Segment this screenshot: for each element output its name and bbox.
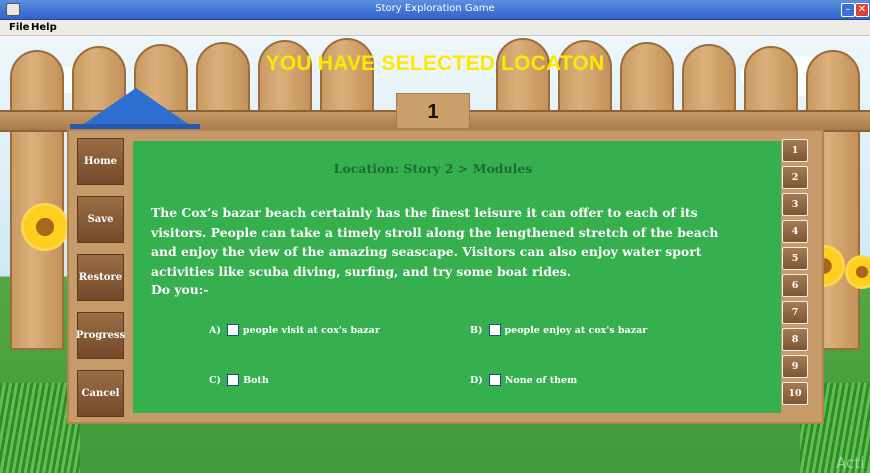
option-c-checkbox[interactable]: [227, 374, 240, 386]
counter-box: 1: [396, 93, 470, 129]
window-title: Story Exploration Game: [375, 3, 495, 14]
number-button-1[interactable]: 1: [782, 139, 808, 162]
number-button-9[interactable]: 9: [782, 355, 808, 378]
activation-watermark: Acti: [836, 454, 865, 472]
number-button-10[interactable]: 10: [782, 382, 808, 405]
option-letter: D): [470, 374, 483, 386]
game-scene: YOU HAVE SELECTED LOCATON 1 Home Save Re…: [0, 36, 870, 473]
number-button-5[interactable]: 5: [782, 247, 808, 270]
option-letter: A): [209, 324, 221, 336]
cancel-button[interactable]: Cancel: [77, 370, 124, 417]
option-a[interactable]: A) people visit at cox's bazar: [209, 324, 380, 336]
close-button[interactable]: ✕: [855, 3, 869, 17]
location-label: Location: Story 2 > Modules: [333, 161, 533, 176]
blue-roof: [78, 88, 194, 128]
option-text: people enjoy at cox's bazar: [504, 324, 648, 336]
number-button-2[interactable]: 2: [782, 166, 808, 189]
number-button-7[interactable]: 7: [782, 301, 808, 324]
home-button[interactable]: Home: [77, 138, 124, 185]
option-text: None of them: [504, 374, 578, 386]
restore-button[interactable]: Restore: [77, 254, 124, 301]
number-button-4[interactable]: 4: [782, 220, 808, 243]
question-prompt: Do you:-: [151, 282, 209, 297]
selected-location-heading: YOU HAVE SELECTED LOCATON: [265, 52, 605, 75]
number-button-3[interactable]: 3: [782, 193, 808, 216]
game-board: Home Save Restore Progress Cancel Locati…: [67, 129, 824, 424]
option-letter: B): [470, 324, 483, 336]
option-b-checkbox[interactable]: [488, 324, 501, 336]
option-a-checkbox[interactable]: [226, 324, 239, 336]
progress-button[interactable]: Progress: [76, 312, 125, 359]
title-bar: Story Exploration Game – ✕: [0, 0, 870, 20]
menu-file[interactable]: File: [9, 22, 29, 33]
option-text: Both: [243, 374, 269, 386]
sunflower: [848, 258, 870, 286]
number-button-6[interactable]: 6: [782, 274, 808, 297]
option-d-checkbox[interactable]: [488, 374, 501, 386]
option-letter: C): [209, 374, 222, 386]
option-d[interactable]: D) None of them: [470, 374, 577, 386]
counter-value: 1: [427, 101, 439, 123]
number-button-8[interactable]: 8: [782, 328, 808, 351]
minimize-button[interactable]: –: [841, 3, 855, 17]
question-panel: Location: Story 2 > Modules The Cox’s ba…: [133, 141, 781, 413]
option-text: people visit at cox's bazar: [242, 324, 380, 336]
sunflower: [24, 206, 66, 248]
menu-bar: File Help: [0, 20, 870, 36]
fence-plank: [10, 50, 64, 350]
option-c[interactable]: C) Both: [209, 374, 269, 386]
question-text: The Cox’s bazar beach certainly has the …: [151, 205, 719, 279]
save-button[interactable]: Save: [77, 196, 124, 243]
option-b[interactable]: B) people enjoy at cox's bazar: [470, 324, 647, 336]
menu-help[interactable]: Help: [31, 22, 57, 33]
